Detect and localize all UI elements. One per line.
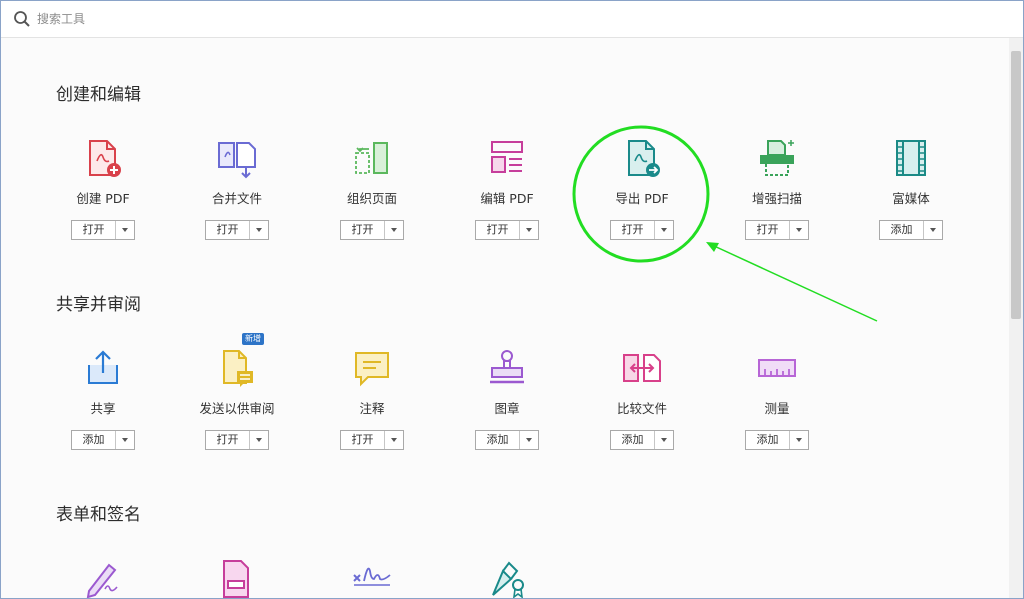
tool-label: 合并文件 (211, 191, 262, 206)
tool-export-pdf[interactable]: 导出 PDF 打开 (582, 137, 702, 240)
chevron-down-icon[interactable] (116, 431, 134, 449)
tool-rich-media[interactable]: 富媒体 添加 (851, 137, 971, 240)
open-button[interactable]: 打开 (475, 220, 539, 240)
chevron-down-icon[interactable] (790, 221, 808, 239)
open-button-label[interactable]: 打开 (206, 431, 250, 449)
open-button-label[interactable]: 打开 (746, 221, 790, 239)
chevron-down-icon[interactable] (250, 431, 268, 449)
open-button[interactable]: 打开 (205, 430, 269, 450)
open-button[interactable]: 打开 (340, 220, 404, 240)
add-button-label[interactable]: 添加 (476, 431, 520, 449)
edit-pdf-icon (491, 141, 523, 173)
export-pdf-icon (628, 140, 660, 177)
chevron-down-icon[interactable] (924, 221, 942, 239)
comment-icon (355, 352, 389, 387)
create-pdf-icon (89, 140, 121, 177)
open-button[interactable]: 打开 (340, 430, 404, 450)
add-button-label[interactable]: 添加 (611, 431, 655, 449)
stamp-icon (490, 350, 524, 384)
section-title-create-edit: 创建和编辑 (56, 85, 141, 105)
tool-label: 比较文件 (616, 401, 667, 416)
add-button[interactable]: 添加 (879, 220, 943, 240)
tool-fill-sign[interactable] (43, 557, 163, 598)
tool-compare-files[interactable]: 比较文件 添加 (582, 347, 702, 450)
tool-label: 富媒体 (892, 191, 930, 206)
tool-edit-pdf[interactable]: 编辑 PDF 打开 (447, 137, 567, 240)
open-button-label[interactable]: 打开 (206, 221, 250, 239)
chevron-down-icon[interactable] (655, 431, 673, 449)
tool-label: 组织页面 (346, 191, 397, 206)
chevron-down-icon[interactable] (520, 221, 538, 239)
add-button[interactable]: 添加 (745, 430, 809, 450)
tool-label: 共享 (90, 401, 116, 416)
add-button[interactable]: 添加 (71, 430, 135, 450)
chevron-down-icon[interactable] (250, 221, 268, 239)
open-button-label[interactable]: 打开 (611, 221, 655, 239)
annotation-overlay (572, 125, 878, 322)
chevron-down-icon[interactable] (520, 431, 538, 449)
search-icon[interactable] (13, 10, 31, 28)
tool-label: 导出 PDF (615, 191, 669, 206)
tool-certificates[interactable] (447, 557, 567, 598)
tool-label: 图章 (494, 401, 520, 416)
chevron-down-icon[interactable] (385, 431, 403, 449)
tool-prepare-form[interactable] (177, 557, 297, 598)
tool-measure[interactable]: 测量 添加 (717, 347, 837, 450)
open-button[interactable]: 打开 (610, 220, 674, 240)
tool-label: 测量 (764, 401, 790, 416)
chevron-down-icon[interactable] (385, 221, 403, 239)
certificates-icon (492, 561, 524, 598)
signature-icon (353, 567, 391, 586)
tool-enhance-scan[interactable]: 增强扫描 打开 (717, 137, 837, 240)
fill-sign-icon (86, 563, 118, 598)
tool-create-pdf[interactable]: 创建 PDF 打开 (43, 137, 163, 240)
tools-window: 创建和编辑 创建 PDF 打开 合并文件 打开 (0, 0, 1024, 599)
search-bar (1, 1, 1023, 38)
add-button[interactable]: 添加 (475, 430, 539, 450)
section-title-forms-signatures: 表单和签名 (56, 505, 141, 525)
tool-comment[interactable]: 注释 打开 (312, 347, 432, 450)
open-button-label[interactable]: 打开 (341, 431, 385, 449)
add-button[interactable]: 添加 (610, 430, 674, 450)
tool-label: 创建 PDF (76, 191, 130, 206)
share-icon (88, 350, 118, 384)
rich-media-icon (896, 140, 926, 176)
add-button-label[interactable]: 添加 (72, 431, 116, 449)
organize-pages-icon (355, 142, 388, 174)
open-button[interactable]: 打开 (205, 220, 269, 240)
open-button-label[interactable]: 打开 (476, 221, 520, 239)
tool-organize-pages[interactable]: 组织页面 打开 (312, 137, 432, 240)
combine-files-icon (218, 142, 256, 179)
annotation-arrow-line (711, 244, 878, 322)
add-button-label[interactable]: 添加 (880, 221, 924, 239)
tool-send-for-review[interactable]: 新增 发送以供审阅 打开 (177, 333, 297, 450)
enhance-scan-icon (760, 140, 794, 176)
tool-label: 编辑 PDF (480, 191, 534, 206)
search-input[interactable] (37, 8, 437, 30)
open-button[interactable]: 打开 (745, 220, 809, 240)
prepare-form-icon (223, 560, 249, 598)
send-for-review-icon (223, 350, 253, 387)
compare-files-icon (623, 354, 661, 382)
annotation-arrow-head (706, 242, 719, 252)
measure-icon (758, 359, 796, 377)
open-button-label[interactable]: 打开 (341, 221, 385, 239)
tool-label: 注释 (359, 401, 385, 416)
tool-signature[interactable] (312, 557, 432, 598)
section-title-share-review: 共享并审阅 (56, 295, 141, 315)
open-button-label[interactable]: 打开 (72, 221, 116, 239)
open-button[interactable]: 打开 (71, 220, 135, 240)
tool-combine-files[interactable]: 合并文件 打开 (177, 137, 297, 240)
add-button-label[interactable]: 添加 (746, 431, 790, 449)
chevron-down-icon[interactable] (116, 221, 134, 239)
tool-stamp[interactable]: 图章 添加 (447, 347, 567, 450)
chevron-down-icon[interactable] (655, 221, 673, 239)
scrollbar-thumb[interactable] (1011, 51, 1021, 319)
tool-label: 增强扫描 (751, 191, 802, 206)
tool-share[interactable]: 共享 添加 (43, 347, 163, 450)
new-badge: 新增 (242, 333, 264, 345)
tool-label: 发送以供审阅 (199, 401, 275, 416)
chevron-down-icon[interactable] (790, 431, 808, 449)
